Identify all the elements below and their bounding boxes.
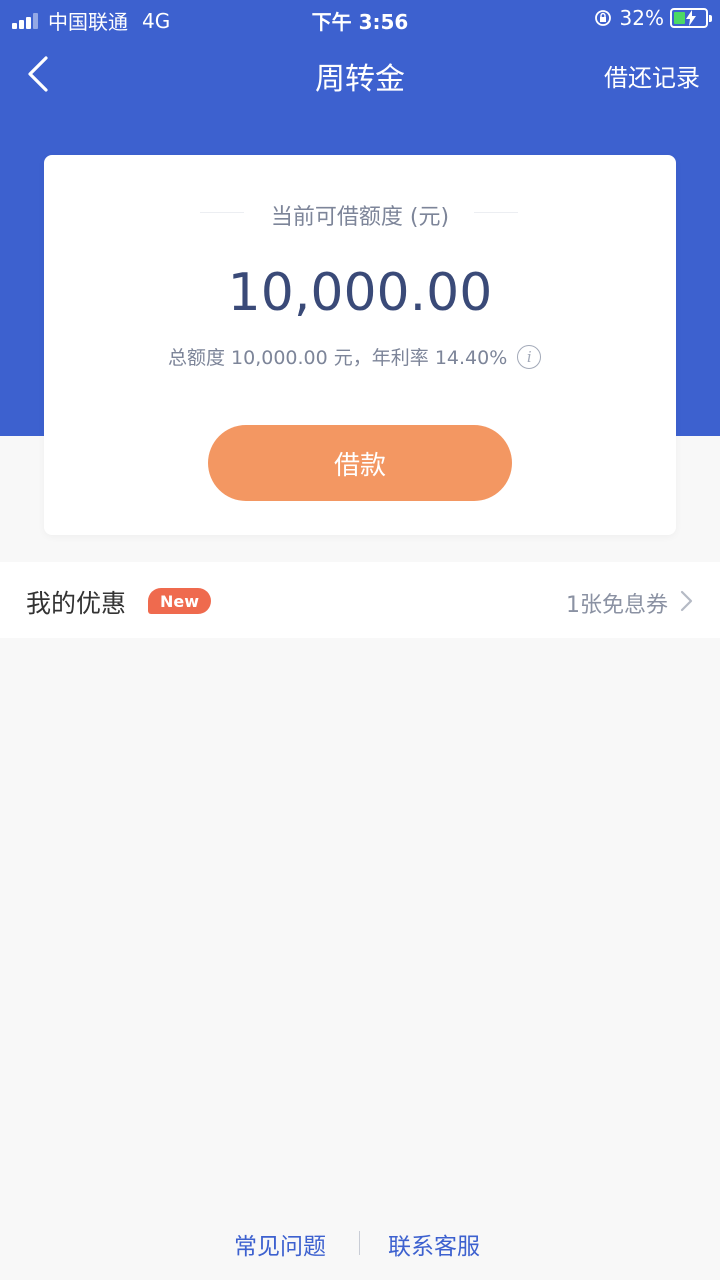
credit-subinfo: 总额度 10,000.00 元，年利率 14.40% i (168, 343, 542, 370)
label-divider-right (474, 212, 518, 213)
new-badge: New (148, 588, 212, 614)
available-amount: 10,000.00 (227, 263, 493, 323)
status-bar: 中国联通 4G 下午 3:56 32% (0, 0, 720, 36)
footer-links: 常见问题 联系客服 (0, 1225, 720, 1261)
faq-link[interactable]: 常见问题 (234, 1227, 326, 1261)
battery-icon (670, 8, 712, 28)
rotation-lock-icon (594, 10, 611, 26)
status-right: 32% (594, 6, 712, 30)
battery-percent: 32% (619, 6, 664, 30)
footer-divider (359, 1231, 360, 1255)
available-credit-label: 当前可借额度 (元) (270, 205, 450, 230)
customer-service-link[interactable]: 联系客服 (388, 1227, 480, 1261)
coupon-count: 1张免息券 (566, 593, 668, 618)
my-offers-row[interactable]: 我的优惠 New 1张免息券 (0, 562, 720, 638)
credit-card: 当前可借额度 (元) 10,000.00 总额度 10,000.00 元，年利率… (44, 155, 676, 535)
total-credit-rate-text: 总额度 10,000.00 元，年利率 14.40% (168, 347, 508, 369)
chevron-right-icon (680, 590, 693, 612)
info-icon[interactable]: i (517, 344, 542, 369)
borrow-button[interactable]: 借款 (208, 425, 512, 501)
loan-records-link[interactable]: 借还记录 (604, 58, 700, 93)
my-offers-title: 我的优惠 (26, 589, 127, 618)
